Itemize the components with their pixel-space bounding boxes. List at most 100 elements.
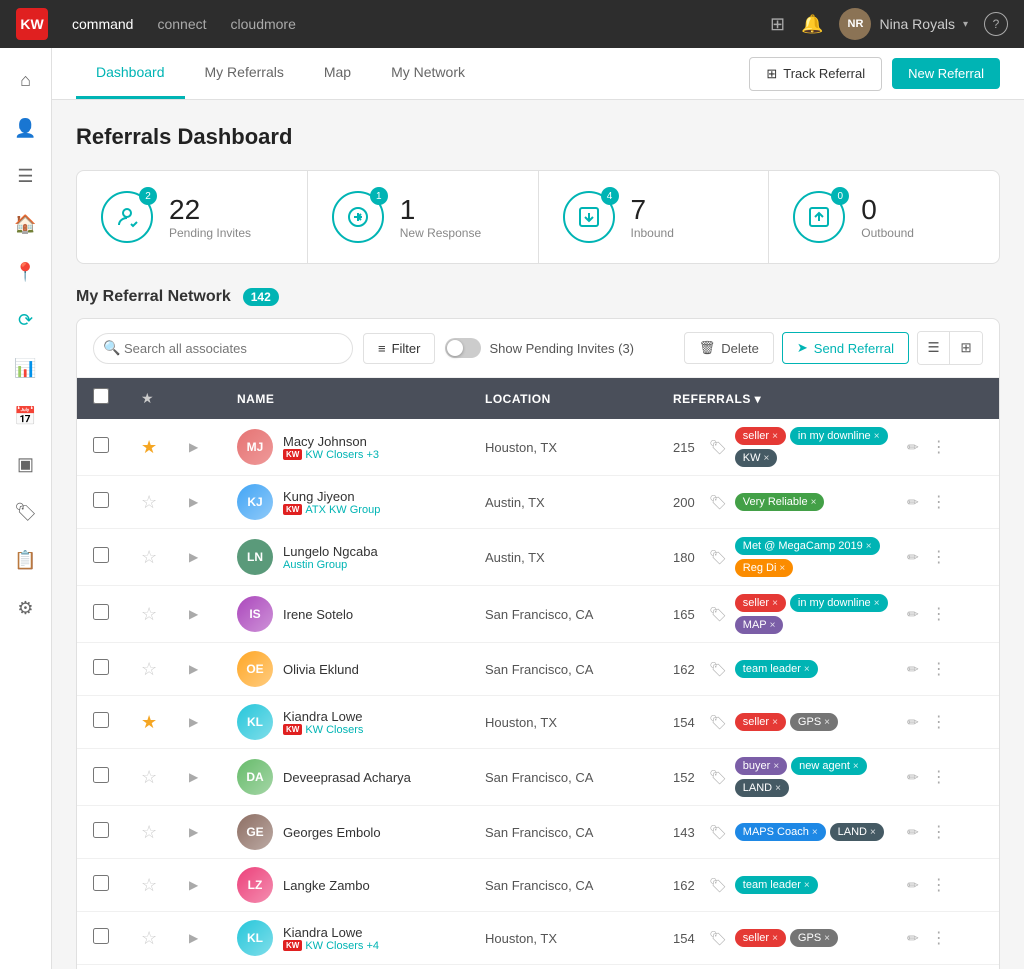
help-icon[interactable]: ? <box>984 12 1008 36</box>
row-checkbox[interactable] <box>93 822 133 843</box>
tab-my-referrals[interactable]: My Referrals <box>185 48 304 99</box>
row-expand[interactable]: ▶ <box>189 825 229 839</box>
tag-icon[interactable]: 🏷 <box>709 661 727 678</box>
row-checkbox[interactable] <box>93 928 133 949</box>
edit-button[interactable]: ✏ <box>903 873 923 898</box>
row-star[interactable]: ☆ <box>141 767 181 788</box>
sidebar-icon-layout[interactable]: ▣ <box>6 444 46 484</box>
sidebar-icon-calendar[interactable]: 📅 <box>6 396 46 436</box>
row-checkbox[interactable] <box>93 659 133 680</box>
more-button[interactable]: ⋮ <box>927 655 951 683</box>
row-checkbox[interactable] <box>93 547 133 568</box>
more-button[interactable]: ⋮ <box>927 924 951 952</box>
row-star[interactable]: ☆ <box>141 492 181 513</box>
more-button[interactable]: ⋮ <box>927 763 951 791</box>
logo[interactable]: KW <box>16 8 48 40</box>
more-button[interactable]: ⋮ <box>927 543 951 571</box>
row-star[interactable]: ☆ <box>141 928 181 949</box>
select-all-checkbox[interactable] <box>93 388 133 409</box>
nav-connect[interactable]: connect <box>157 16 206 32</box>
row-star[interactable]: ☆ <box>141 875 181 896</box>
tag-icon[interactable]: 🏷 <box>709 877 727 894</box>
row-star[interactable]: ☆ <box>141 547 181 568</box>
tag-icon[interactable]: 🏷 <box>709 606 727 623</box>
toggle-switch[interactable] <box>445 338 481 358</box>
sidebar-icon-properties[interactable]: 🏠 <box>6 204 46 244</box>
search-input[interactable] <box>93 333 353 364</box>
sidebar-icon-home[interactable]: ⌂ <box>6 60 46 100</box>
row-expand[interactable]: ▶ <box>189 550 229 564</box>
edit-button[interactable]: ✏ <box>903 602 923 627</box>
edit-button[interactable]: ✏ <box>903 710 923 735</box>
sidebar-icon-location[interactable]: 📍 <box>6 252 46 292</box>
row-star[interactable]: ☆ <box>141 659 181 680</box>
tag-icon[interactable]: 🏷 <box>709 494 727 511</box>
tab-dashboard[interactable]: Dashboard <box>76 48 185 99</box>
sidebar-icon-contacts[interactable]: 👤 <box>6 108 46 148</box>
sidebar-icon-list[interactable]: ☰ <box>6 156 46 196</box>
edit-button[interactable]: ✏ <box>903 657 923 682</box>
bell-icon[interactable]: 🔔 <box>801 14 823 35</box>
new-referral-button[interactable]: New Referral <box>892 58 1000 89</box>
row-checkbox[interactable] <box>93 492 133 513</box>
user-menu[interactable]: NR Nina Royals ▾ <box>839 8 968 40</box>
pending-toggle-wrap[interactable]: Show Pending Invites (3) <box>445 338 634 358</box>
edit-button[interactable]: ✏ <box>903 490 923 515</box>
sidebar-icon-settings[interactable]: ⚙ <box>6 588 46 628</box>
delete-button[interactable]: 🗑 Delete <box>684 332 774 364</box>
more-button[interactable]: ⋮ <box>927 488 951 516</box>
nav-cloudmore[interactable]: cloudmore <box>231 16 296 32</box>
sidebar-icon-shop[interactable]: 🏷 <box>6 492 46 532</box>
tag-icon[interactable]: 🏷 <box>709 824 727 841</box>
sidebar-icon-network[interactable]: ⟳ <box>6 300 46 340</box>
tag-icon[interactable]: 🏷 <box>709 439 727 456</box>
table-row: ☆ ▶ IS Irene Sotelo San Francisco, CA 16… <box>77 586 999 643</box>
edit-button[interactable]: ✏ <box>903 820 923 845</box>
row-star[interactable]: ★ <box>141 437 181 458</box>
edit-button[interactable]: ✏ <box>903 545 923 570</box>
tab-map[interactable]: Map <box>304 48 371 99</box>
row-referrals-count: 162 <box>673 878 701 893</box>
row-checkbox[interactable] <box>93 712 133 733</box>
row-checkbox[interactable] <box>93 875 133 896</box>
row-expand[interactable]: ▶ <box>189 662 229 676</box>
tag-icon[interactable]: 🏷 <box>709 769 727 786</box>
row-checkbox[interactable] <box>93 767 133 788</box>
list-view-button[interactable]: ☰ <box>918 332 950 364</box>
more-button[interactable]: ⋮ <box>927 818 951 846</box>
tab-my-network[interactable]: My Network <box>371 48 485 99</box>
sidebar-icon-analytics[interactable]: 📊 <box>6 348 46 388</box>
row-expand[interactable]: ▶ <box>189 440 229 454</box>
more-button[interactable]: ⋮ <box>927 708 951 736</box>
more-button[interactable]: ⋮ <box>927 871 951 899</box>
calendar-icon[interactable]: ⊞ <box>770 14 785 35</box>
th-referrals[interactable]: REFERRALS ▾ <box>673 392 895 406</box>
more-button[interactable]: ⋮ <box>927 433 951 461</box>
tag-icon[interactable]: 🏷 <box>709 930 727 947</box>
edit-button[interactable]: ✏ <box>903 926 923 951</box>
tag-icon[interactable]: 🏷 <box>709 714 727 731</box>
row-expand[interactable]: ▶ <box>189 770 229 784</box>
row-star[interactable]: ★ <box>141 712 181 733</box>
row-checkbox[interactable] <box>93 437 133 458</box>
sidebar-icon-reports[interactable]: 📋 <box>6 540 46 580</box>
more-button[interactable]: ⋮ <box>927 600 951 628</box>
row-star[interactable]: ☆ <box>141 604 181 625</box>
track-referral-button[interactable]: ⊞ Track Referral <box>749 57 882 91</box>
grid-view-button[interactable]: ⊞ <box>950 332 982 364</box>
tag-icon[interactable]: 🏷 <box>709 549 727 566</box>
edit-button[interactable]: ✏ <box>903 435 923 460</box>
pending-invites-badge: 2 <box>139 187 157 205</box>
row-expand[interactable]: ▶ <box>189 715 229 729</box>
send-referral-button[interactable]: ➤ Send Referral <box>782 332 909 364</box>
row-expand[interactable]: ▶ <box>189 495 229 509</box>
row-expand[interactable]: ▶ <box>189 607 229 621</box>
row-expand[interactable]: ▶ <box>189 931 229 945</box>
nav-command[interactable]: command <box>72 16 133 32</box>
row-checkbox[interactable] <box>93 604 133 625</box>
filter-button[interactable]: ≡ Filter <box>363 333 435 364</box>
pending-toggle-label: Show Pending Invites (3) <box>489 341 634 356</box>
row-star[interactable]: ☆ <box>141 822 181 843</box>
edit-button[interactable]: ✏ <box>903 765 923 790</box>
row-expand[interactable]: ▶ <box>189 878 229 892</box>
